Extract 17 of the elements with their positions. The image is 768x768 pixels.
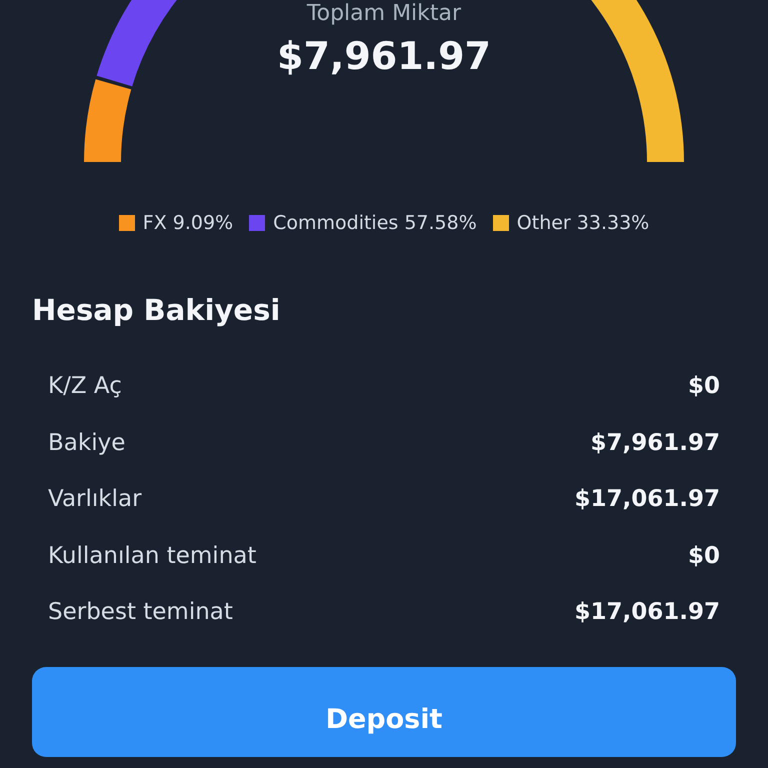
gauge-title: Toplam Miktar: [306, 0, 462, 28]
row-value: $17,061.97: [574, 599, 720, 626]
row-value: $17,061.97: [574, 486, 720, 512]
legend-label: Commodities 57.58%: [273, 212, 477, 234]
deposit-button[interactable]: Deposit: [32, 666, 736, 756]
row-label: Kullanılan teminat: [48, 542, 256, 569]
row-value: $0: [688, 542, 720, 569]
legend-label: Other 33.33%: [516, 212, 650, 234]
row-value: $0: [688, 373, 720, 400]
row-label: Varlıklar: [48, 486, 142, 512]
row-label: K/Z Aç: [48, 373, 122, 400]
total-amount: $7,961.97: [277, 34, 491, 78]
section-title: Hesap Bakiyesi: [32, 292, 282, 329]
legend-label: FX 9.09%: [142, 212, 234, 234]
row-value: $7,961.97: [590, 430, 720, 456]
row-label: Bakiye: [48, 430, 126, 456]
row-label: Serbest teminat: [48, 599, 233, 626]
